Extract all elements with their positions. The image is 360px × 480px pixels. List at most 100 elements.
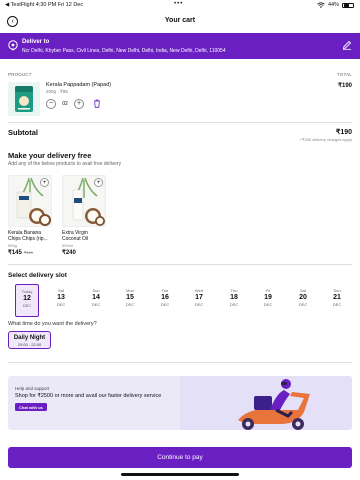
page-title: Your cart (164, 17, 196, 24)
deliver-to-label: Deliver to (22, 39, 50, 45)
date-month: DEC (332, 302, 342, 307)
chat-with-us-button[interactable]: Chat with us (15, 403, 47, 411)
date-option[interactable]: Sat 13 DEC (49, 284, 73, 317)
suggested-product-price-row: ₹240 (62, 249, 106, 256)
add-product-button[interactable]: + (40, 178, 49, 187)
status-left: ◀ TestFlight 4:30 PM Fri 12 Dec (5, 2, 84, 8)
date-month: DEC (22, 303, 32, 308)
divider (8, 122, 352, 123)
date-weekday: Thu (230, 288, 238, 293)
help-text: Shop for ₹2500 or more and avail our fas… (15, 393, 162, 399)
battery-icon (342, 2, 354, 8)
suggested-product-name: Kerala Banana Chips Chips (rip... (8, 230, 48, 242)
date-day: 18 (230, 294, 238, 301)
suggested-product-card[interactable]: + Kerala Banana Chips Chips (rip... 500g… (8, 175, 52, 256)
suggested-product-price-row: ₹145 ₹169 (8, 249, 52, 256)
continue-to-pay-button[interactable]: Continue to pay (8, 447, 352, 468)
date-option[interactable]: Today 12 DEC (15, 284, 39, 317)
date-weekday: Sun (92, 288, 100, 293)
date-month: DEC (263, 302, 273, 307)
edit-icon[interactable] (342, 40, 352, 50)
papad-pack-icon (15, 86, 33, 112)
delete-icon[interactable] (93, 99, 101, 108)
date-weekday: Mon (126, 288, 134, 293)
add-product-button[interactable]: + (94, 178, 103, 187)
subtotal-value: ₹190 (335, 129, 352, 136)
date-month: DEC (125, 302, 135, 307)
plus-icon: + (76, 100, 82, 107)
date-weekday: Tue (161, 288, 169, 293)
status-bar: ◀ TestFlight 4:30 PM Fri 12 Dec ••• 44% (0, 0, 360, 11)
suggested-product-image: + (62, 175, 106, 227)
delivery-address: Ncr Delhi, Khyber Pass, Civil Lines, Del… (22, 48, 226, 54)
date-weekday: Sat (299, 288, 306, 293)
quantity-value: 02 (62, 100, 68, 107)
date-day: 14 (92, 294, 100, 301)
suggested-product-price: ₹145 (8, 250, 22, 256)
free-delivery-title: Make your delivery free (8, 151, 92, 160)
suggested-product-name: Extra Virgin Coconut Oil (62, 230, 89, 242)
delivery-charge-note: +₹250 delivery charges apply (299, 137, 352, 142)
date-option[interactable]: Wed 17 DEC (187, 284, 211, 317)
suggested-product-card[interactable]: + Extra Virgin Coconut Oil 500ml ₹240 (62, 175, 106, 256)
date-month: DEC (194, 302, 204, 307)
product-column-header: PRODUCT (8, 72, 32, 77)
time-slot-time: 20:00 - 22:00 (17, 342, 42, 347)
date-weekday: Wed (194, 288, 204, 293)
help-title: Help and support (15, 386, 50, 391)
date-option[interactable]: Sat 20 DEC (291, 284, 315, 317)
date-option[interactable]: Thu 18 DEC (222, 284, 246, 317)
delivery-address-bar[interactable]: Deliver to Ncr Delhi, Khyber Pass, Civil… (0, 33, 360, 59)
date-weekday: Today (21, 289, 33, 294)
suggested-product-meta: 500g (8, 243, 17, 248)
date-month: DEC (298, 302, 308, 307)
plus-icon: + (42, 179, 47, 186)
product-image (8, 82, 40, 116)
date-month: DEC (56, 302, 66, 307)
delivery-slot-title: Select delivery slot (8, 272, 67, 279)
free-delivery-subtitle: Add any of the below products to avail f… (8, 161, 122, 167)
suggested-product-price: ₹240 (62, 250, 76, 256)
date-option[interactable]: Tue 16 DEC (153, 284, 177, 317)
quantity-stepper: − 02 + (46, 98, 84, 109)
divider (8, 362, 352, 363)
delivery-illustration (180, 376, 352, 430)
date-option[interactable]: Sun 14 DEC (84, 284, 108, 317)
increment-button[interactable]: + (74, 98, 84, 109)
date-day: 13 (57, 294, 65, 301)
subtotal-label: Subtotal (8, 128, 38, 137)
status-dots: ••• (174, 1, 184, 7)
date-month: DEC (91, 302, 101, 307)
plus-icon: + (96, 179, 101, 186)
date-option[interactable]: Mon 15 DEC (118, 284, 142, 317)
total-column-header: TOTAL (336, 72, 352, 77)
location-pin-icon (8, 40, 18, 51)
date-day: 12 (23, 295, 31, 302)
date-day: 16 (161, 294, 169, 301)
date-weekday: Sun (333, 288, 341, 293)
time-question: What time do you want the delivery? (8, 321, 97, 327)
suggested-product-meta: 500ml (62, 243, 73, 248)
divider (8, 264, 352, 265)
suggested-product-mrp: ₹169 (23, 250, 34, 255)
date-day: 17 (195, 294, 203, 301)
date-month: DEC (160, 302, 170, 307)
time-slot-name: Daily Night (13, 335, 46, 341)
date-weekday: Sat (57, 288, 64, 293)
date-weekday: Fri (265, 288, 271, 293)
time-slot-option[interactable]: Daily Night 20:00 - 22:00 (8, 331, 51, 349)
minus-icon: − (48, 100, 54, 107)
date-day: 20 (299, 294, 307, 301)
date-month: DEC (229, 302, 239, 307)
date-day: 19 (264, 294, 272, 301)
header: ‹ Your cart (0, 11, 360, 33)
date-option[interactable]: Sun 21 DEC (325, 284, 349, 317)
decrement-button[interactable]: − (46, 98, 56, 109)
home-indicator (121, 473, 239, 476)
date-selector: Today 12 DEC Sat 13 DEC Sun 14 DEC Mon 15 DEC Tu… (8, 284, 352, 318)
date-option[interactable]: Fri 19 DEC (256, 284, 280, 317)
status-right: 44% (317, 2, 354, 8)
suggested-product-image: + (8, 175, 52, 227)
wifi-icon (317, 2, 325, 8)
scooter-rider-icon (238, 379, 310, 430)
